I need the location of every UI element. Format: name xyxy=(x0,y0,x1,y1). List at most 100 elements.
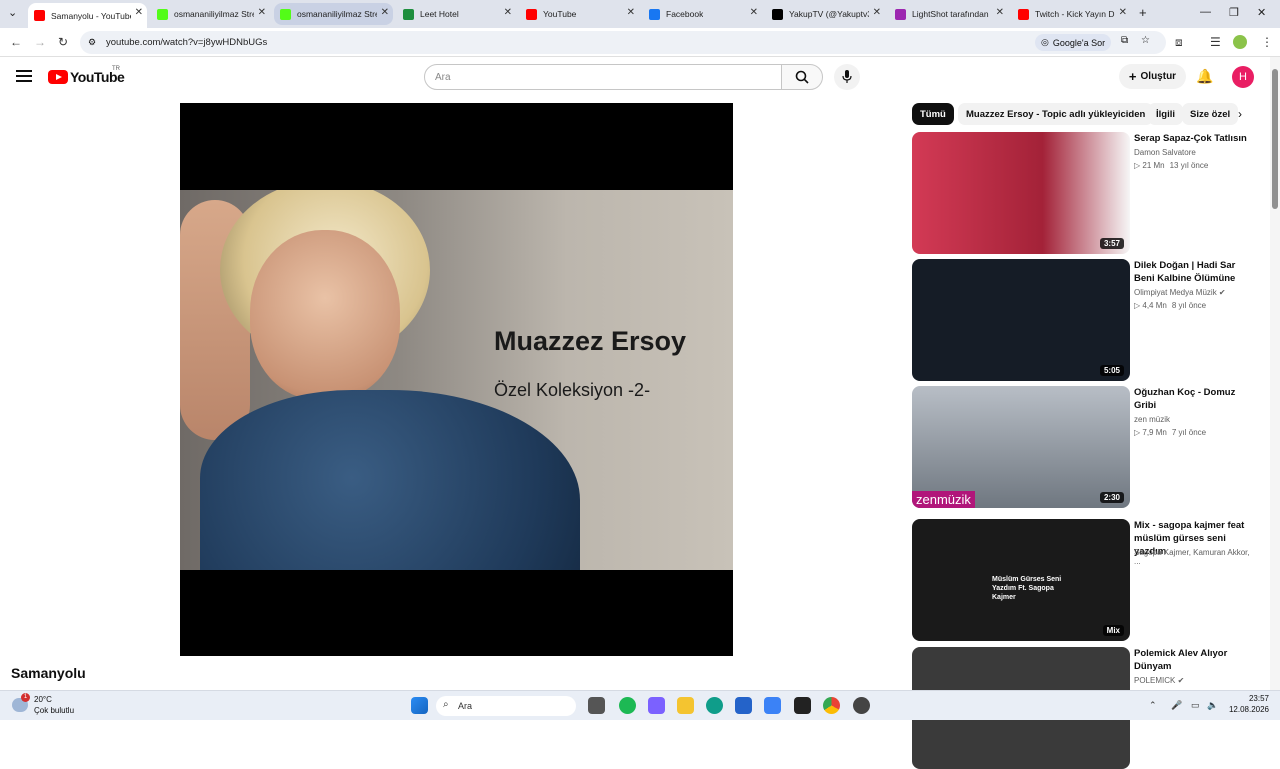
tab-close-icon[interactable]: ✕ xyxy=(996,7,1004,18)
extensions-icon[interactable]: ⧈ xyxy=(1175,35,1183,50)
recommendation-channel[interactable]: Damon Salvatore xyxy=(1134,148,1196,157)
video-thumbnail[interactable]: zenmüzik 2:30 xyxy=(912,386,1130,508)
tab-7[interactable]: YakupTV (@Yakuptv3) ✕ xyxy=(766,3,885,25)
channel-name[interactable]: Sagopa Kajmer, Kamuran Akkor, ... xyxy=(1134,548,1250,566)
page-scrollbar[interactable] xyxy=(1270,57,1280,690)
bookmark-star-icon[interactable]: ☆ xyxy=(1141,35,1150,46)
recommendation-title[interactable]: Polemick Alev Alıyor Dünyam xyxy=(1134,647,1256,673)
tab-3[interactable]: osmananiliyilmaz Stream ✕ xyxy=(274,3,393,25)
tab-search-icon[interactable]: ⌄ xyxy=(8,6,17,19)
edge-icon[interactable] xyxy=(706,697,723,714)
recommendation-card[interactable]: Polemick Alev Alıyor DünyamPOLEMICK ✔▷ 8… xyxy=(912,647,1257,769)
profile-icon[interactable] xyxy=(1233,35,1247,49)
recommendation-card[interactable]: 5:05 Dilek Doğan | Hadi Sar Beni Kalbine … xyxy=(912,259,1257,381)
tab-close-icon[interactable]: ✕ xyxy=(135,7,143,18)
store-icon[interactable] xyxy=(735,697,752,714)
recommendation-channel[interactable]: POLEMICK ✔ xyxy=(1134,676,1184,685)
url-text[interactable]: youtube.com/watch?v=j8ywHDNbUGs xyxy=(106,37,267,48)
recommendation-card[interactable]: Müslüm Gürses Seni Yazdım Ft. Sagopa Kaj… xyxy=(912,519,1257,641)
recommendation-card[interactable]: zenmüzik 2:30 Oğuzhan Koç - Domuz Gribi zen… xyxy=(912,386,1257,508)
chevron-right-icon[interactable]: › xyxy=(1238,107,1242,121)
tab-close-icon[interactable]: ✕ xyxy=(258,7,266,18)
notifications-bell-icon[interactable]: 🔔 xyxy=(1196,68,1213,85)
recommendation-meta: ▷ 7,9 Mn 7 yıl önce xyxy=(1134,428,1206,437)
chip-uploader[interactable]: Muazzez Ersoy - Topic adlı yükleyiciden xyxy=(958,103,1154,125)
network-icon[interactable]: ▭ xyxy=(1191,700,1200,711)
chrome-taskbar-icon[interactable] xyxy=(823,697,840,714)
tab-close-icon[interactable]: ✕ xyxy=(873,7,881,18)
tab-close-icon[interactable]: ✕ xyxy=(504,7,512,18)
tray-overflow-icon[interactable]: ⌃ xyxy=(1149,700,1157,711)
task-view-icon[interactable] xyxy=(588,697,605,714)
tab-2[interactable]: osmananiliyilmaz Stream ✕ xyxy=(151,3,270,25)
search-icon xyxy=(795,70,809,84)
site-info-icon[interactable]: ⚙ xyxy=(88,37,96,48)
view-count: 4,4 Mn xyxy=(1142,301,1167,310)
reload-icon[interactable]: ↻ xyxy=(58,35,68,49)
voice-search-button[interactable] xyxy=(834,64,860,90)
copilot-icon[interactable] xyxy=(648,697,665,714)
tab-label: Facebook xyxy=(666,9,704,19)
tab-close-icon[interactable]: ✕ xyxy=(627,7,635,18)
tab-1[interactable]: Samanyolu - YouTube ✕ xyxy=(28,3,147,28)
channel-name[interactable]: Olimpiyat Medya Müzik xyxy=(1134,288,1217,297)
search-button[interactable] xyxy=(781,64,823,90)
create-button[interactable]: + Oluştur xyxy=(1119,64,1186,89)
tab-8[interactable]: LightShot tarafından ✕ xyxy=(889,3,1008,25)
reading-list-icon[interactable]: ☰ xyxy=(1210,35,1221,49)
chip-all[interactable]: Tümü xyxy=(912,103,954,125)
app-icon[interactable] xyxy=(853,697,870,714)
video-thumbnail[interactable]: Müslüm Gürses Seni Yazdım Ft. Sagopa Kaj… xyxy=(912,519,1130,641)
microphone-tray-icon[interactable]: 🎤 xyxy=(1171,700,1182,711)
microphone-icon xyxy=(842,70,852,83)
tab-close-icon[interactable]: ✕ xyxy=(750,7,758,18)
recommendation-channel[interactable]: zen müzik xyxy=(1134,415,1170,424)
weather-temperature[interactable]: 20°C xyxy=(34,695,52,704)
close-window-icon[interactable]: ✕ xyxy=(1257,6,1266,19)
volume-icon[interactable]: 🔈 xyxy=(1207,700,1218,711)
tab-6[interactable]: Facebook ✕ xyxy=(643,3,762,25)
video-thumbnail[interactable]: 5:05 xyxy=(912,259,1130,381)
forward-icon[interactable]: → xyxy=(34,35,46,49)
tab-9[interactable]: Twitch - Kick Yayın Du ✕ xyxy=(1012,3,1131,25)
video-player[interactable]: Muazzez Ersoy Özel Koleksiyon -2- xyxy=(180,103,733,656)
tab-4[interactable]: Leet Hotel ✕ xyxy=(397,3,516,25)
recommendation-title[interactable]: Dilek Doğan | Hadi Sar Beni Kalbine Ölüm… xyxy=(1134,259,1256,285)
taskbar-search[interactable]: ⌕ Ara xyxy=(436,696,576,716)
account-avatar[interactable]: H xyxy=(1232,66,1254,88)
clock-time[interactable]: 23:57 xyxy=(1229,694,1269,703)
new-tab-button[interactable]: + xyxy=(1139,5,1147,20)
chrome-menu-icon[interactable]: ⋮ xyxy=(1261,35,1273,49)
recommendation-channel[interactable]: Sagopa Kajmer, Kamuran Akkor, ... xyxy=(1134,548,1257,566)
channel-name[interactable]: zen müzik xyxy=(1134,415,1170,424)
search-input[interactable]: Ara xyxy=(424,64,782,90)
windows-start-icon[interactable] xyxy=(411,697,428,714)
channel-name[interactable]: POLEMICK xyxy=(1134,676,1175,685)
recommendation-title[interactable]: Serap Sapaz-Çok Tatlısın xyxy=(1134,132,1256,145)
tab-close-icon[interactable]: ✕ xyxy=(1119,7,1127,18)
minimize-icon[interactable]: — xyxy=(1200,6,1211,18)
hamburger-menu-icon[interactable] xyxy=(16,70,32,82)
chip-related[interactable]: İlgili xyxy=(1148,103,1183,125)
google-ask-button[interactable]: ◎ Google'a Sor xyxy=(1035,34,1112,51)
tab-5[interactable]: YouTube ✕ xyxy=(520,3,639,25)
file-explorer-icon[interactable] xyxy=(677,697,694,714)
chip-for-you[interactable]: Size özel xyxy=(1182,103,1239,125)
weather-description[interactable]: Çok bulutlu xyxy=(34,706,74,715)
tab-close-icon[interactable]: ✕ xyxy=(381,7,389,18)
view-count: 21 Mn xyxy=(1142,161,1165,170)
address-bar[interactable]: ⚙ youtube.com/watch?v=j8ywHDNbUGs ◎ Goog… xyxy=(80,31,1166,54)
video-thumbnail[interactable]: 3:57 xyxy=(912,132,1130,254)
audio-app-icon[interactable] xyxy=(794,697,811,714)
scroll-thumb[interactable] xyxy=(1272,69,1278,209)
back-icon[interactable]: ← xyxy=(10,35,22,49)
install-icon[interactable]: ⧉ xyxy=(1121,35,1128,46)
recommendation-card[interactable]: 3:57 Serap Sapaz-Çok Tatlısın Damon Salvat… xyxy=(912,132,1257,254)
recommendation-title[interactable]: Oğuzhan Koç - Domuz Gribi xyxy=(1134,386,1256,412)
clock-date[interactable]: 12.08.2026 xyxy=(1222,705,1269,714)
mail-icon[interactable] xyxy=(764,697,781,714)
recommendation-channel[interactable]: Olimpiyat Medya Müzik ✔ xyxy=(1134,288,1226,297)
restore-icon[interactable]: ❐ xyxy=(1229,6,1239,19)
channel-name[interactable]: Damon Salvatore xyxy=(1134,148,1196,157)
spotify-icon[interactable] xyxy=(619,697,636,714)
